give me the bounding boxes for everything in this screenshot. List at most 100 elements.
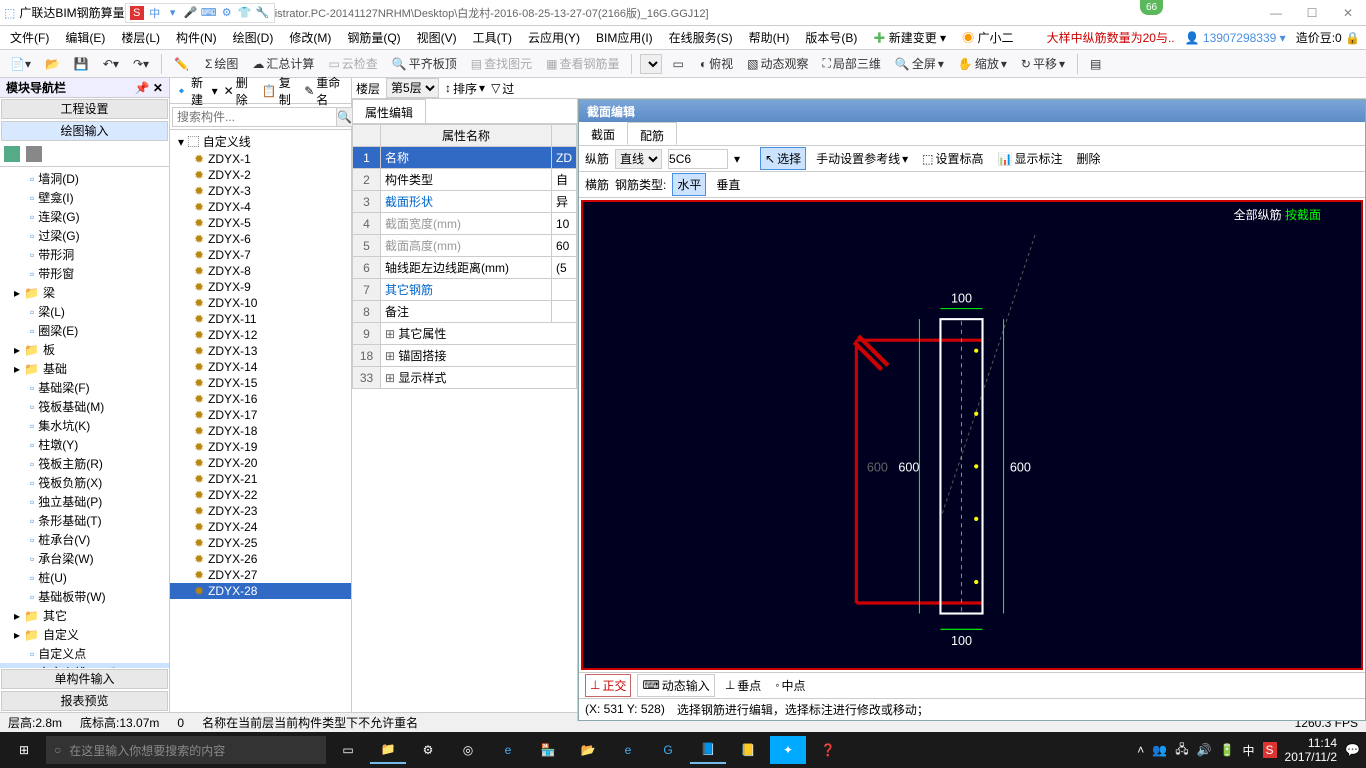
comp-ZDYX-5[interactable]: ✹ ZDYX-5 <box>170 215 351 231</box>
rebar-value-input[interactable] <box>668 149 728 169</box>
app-current[interactable]: 📘 <box>690 736 726 764</box>
floor-select[interactable]: 第5层 <box>386 78 439 98</box>
mid-snap[interactable]: ◦ 中点 <box>771 675 809 696</box>
user-switch[interactable]: ◉ 广小二 <box>958 27 1017 48</box>
menu-tools[interactable]: 工具(T) <box>469 27 516 48</box>
menu-file[interactable]: 文件(F) <box>6 27 53 48</box>
new-file-btn[interactable]: 📄▾ <box>6 55 35 73</box>
nav-桩承台(V)[interactable]: ▫ 桩承台(V) <box>0 530 169 549</box>
fullscreen-btn[interactable]: ⛶ 局部三维 <box>818 53 884 74</box>
menu-online[interactable]: 在线服务(S) <box>665 27 737 48</box>
comp-ZDYX-7[interactable]: ✹ ZDYX-7 <box>170 247 351 263</box>
filter-btn[interactable]: ▽过 <box>491 80 514 97</box>
search-button[interactable]: 🔍 <box>337 107 353 127</box>
prop-row-18[interactable]: 18⊞ 锚固搭接 <box>353 345 577 367</box>
menu-rebar[interactable]: 钢筋量(Q) <box>343 27 404 48</box>
sogou-icon[interactable]: S <box>130 6 144 20</box>
ortho-btn[interactable]: ⊥ 正交 <box>585 674 631 697</box>
nav-桩(U)[interactable]: ▫ 桩(U) <box>0 568 169 587</box>
notification-badge[interactable]: 66 <box>1140 0 1163 15</box>
menu-component[interactable]: 构件(N) <box>172 27 221 48</box>
set-elev-btn[interactable]: ⬚ 设置标高 <box>918 148 987 169</box>
rotate-btn[interactable]: ↻ 平移▾ <box>1017 53 1069 74</box>
comp-ZDYX-2[interactable]: ✹ ZDYX-2 <box>170 167 351 183</box>
orbit-btn[interactable]: ◐ 俯视 <box>696 53 737 74</box>
del-comp-btn[interactable]: ✕删除 <box>224 74 256 108</box>
horizontal-btn[interactable]: 水平 <box>672 173 706 196</box>
tray-notif[interactable]: 💬 <box>1345 743 1360 757</box>
nav-带形洞[interactable]: ▫ 带形洞 <box>0 245 169 264</box>
menu-bim[interactable]: BIM应用(I) <box>592 27 657 48</box>
minimize-button[interactable]: — <box>1262 6 1290 20</box>
perp-snap[interactable]: ⊥ 垂点 <box>721 675 765 696</box>
sort-btn[interactable]: ↕排序▾ <box>445 80 485 97</box>
show-annot-btn[interactable]: 📊 显示标注 <box>994 148 1067 169</box>
nav-梁(L)[interactable]: ▫ 梁(L) <box>0 302 169 321</box>
comp-ZDYX-27[interactable]: ✹ ZDYX-27 <box>170 567 351 583</box>
comp-ZDYX-28[interactable]: ✹ ZDYX-28 <box>170 583 351 599</box>
section-report[interactable]: 报表预览 <box>1 691 168 711</box>
app-store[interactable]: 🏪 <box>530 736 566 764</box>
ime-tool[interactable]: 🔧 <box>256 6 270 20</box>
top-view-btn[interactable]: ▭ <box>668 55 689 73</box>
comp-ZDYX-3[interactable]: ✹ ZDYX-3 <box>170 183 351 199</box>
user-phone[interactable]: 👤 13907298339 ▾ <box>1185 31 1286 45</box>
close-button[interactable]: ✕ <box>1334 6 1362 20</box>
prop-row-8[interactable]: 8备注 <box>353 301 577 323</box>
dyn-input-btn[interactable]: ⌨ 动态输入 <box>637 674 714 697</box>
rename-comp-btn[interactable]: ✎重命名 <box>304 74 347 108</box>
tab-reinforcement[interactable]: 配筋 <box>627 122 677 145</box>
comp-ZDYX-12[interactable]: ✹ ZDYX-12 <box>170 327 351 343</box>
delete-btn[interactable]: 删除 <box>1073 148 1105 169</box>
prop-row-7[interactable]: 7其它钢筋 <box>353 279 577 301</box>
comp-ZDYX-1[interactable]: ✹ ZDYX-1 <box>170 151 351 167</box>
nav-自定义点[interactable]: ▫ 自定义点 <box>0 644 169 663</box>
nav-圈梁(E)[interactable]: ▫ 圈梁(E) <box>0 321 169 340</box>
comp-ZDYX-21[interactable]: ✹ ZDYX-21 <box>170 471 351 487</box>
menu-modify[interactable]: 修改(M) <box>285 27 335 48</box>
nav-过梁(G)[interactable]: ▫ 过梁(G) <box>0 226 169 245</box>
prop-row-5[interactable]: 5截面高度(mm)60 <box>353 235 577 257</box>
view-mode-select[interactable] <box>640 54 662 74</box>
tray-net[interactable]: 🖧 <box>1175 740 1188 761</box>
menu-edit[interactable]: 编辑(E) <box>61 27 109 48</box>
prop-row-1[interactable]: 1名称ZD <box>353 147 577 169</box>
manual-ref-btn[interactable]: 手动设置参考线▾ <box>812 148 912 169</box>
tray-up[interactable]: ˄ <box>1137 743 1144 757</box>
new-comp-btn[interactable]: 🔹新建▾ <box>174 74 218 108</box>
find-btn[interactable]: 🔍 平齐板顶 <box>388 53 461 74</box>
alert-message[interactable]: 大样中纵筋数量为20与.. <box>1047 29 1175 46</box>
comp-ZDYX-24[interactable]: ✹ ZDYX-24 <box>170 519 351 535</box>
app-blue[interactable]: ✦ <box>770 736 806 764</box>
app-1[interactable]: 📁 <box>370 736 406 764</box>
menu-help[interactable]: 帮助(H) <box>745 27 794 48</box>
task-view[interactable]: ▭ <box>330 736 366 764</box>
comp-ZDYX-20[interactable]: ✹ ZDYX-20 <box>170 455 351 471</box>
comp-ZDYX-9[interactable]: ✹ ZDYX-9 <box>170 279 351 295</box>
comp-ZDYX-13[interactable]: ✹ ZDYX-13 <box>170 343 351 359</box>
comp-ZDYX-10[interactable]: ✹ ZDYX-10 <box>170 295 351 311</box>
nav-承台梁(W)[interactable]: ▫ 承台梁(W) <box>0 549 169 568</box>
redo-btn[interactable]: ↷▾ <box>129 55 153 73</box>
copy-comp-btn[interactable]: 📋复制 <box>262 74 298 108</box>
vertical-btn[interactable]: 垂直 <box>712 174 744 195</box>
menu-version[interactable]: 版本号(B) <box>801 27 861 48</box>
tray-sogou[interactable]: S <box>1263 742 1277 758</box>
zoom-btn[interactable]: 🔍 全屏▾ <box>891 53 948 74</box>
app-note[interactable]: 📒 <box>730 736 766 764</box>
open-file-btn[interactable]: 📂 <box>41 55 64 73</box>
select-tool-btn[interactable]: ↖ 选择 <box>760 147 806 170</box>
nav-自定义线(X)[interactable]: ▫ 自定义线(X) 🔒 <box>0 663 169 668</box>
property-table[interactable]: 属性名称 1名称ZD2构件类型自3截面形状异4截面宽度(mm)105截面高度(m… <box>352 123 577 389</box>
section-draw-input[interactable]: 绘图输入 <box>1 121 168 141</box>
comp-ZDYX-8[interactable]: ✹ ZDYX-8 <box>170 263 351 279</box>
comp-ZDYX-22[interactable]: ✹ ZDYX-22 <box>170 487 351 503</box>
ime-drop[interactable]: ▾ <box>166 6 180 20</box>
sum-calc-btn[interactable]: Σ 绘图 <box>201 53 242 74</box>
comp-ZDYX-15[interactable]: ✹ ZDYX-15 <box>170 375 351 391</box>
prop-row-6[interactable]: 6轴线距左边线距离(mm)(5 <box>353 257 577 279</box>
batch-select-btn[interactable]: ▦ 查看钢筋量 <box>542 53 623 74</box>
nav-壁龛(I)[interactable]: ▫ 壁龛(I) <box>0 188 169 207</box>
tool-icon[interactable] <box>26 146 42 162</box>
ime-kb[interactable]: ⌨ <box>202 6 216 20</box>
